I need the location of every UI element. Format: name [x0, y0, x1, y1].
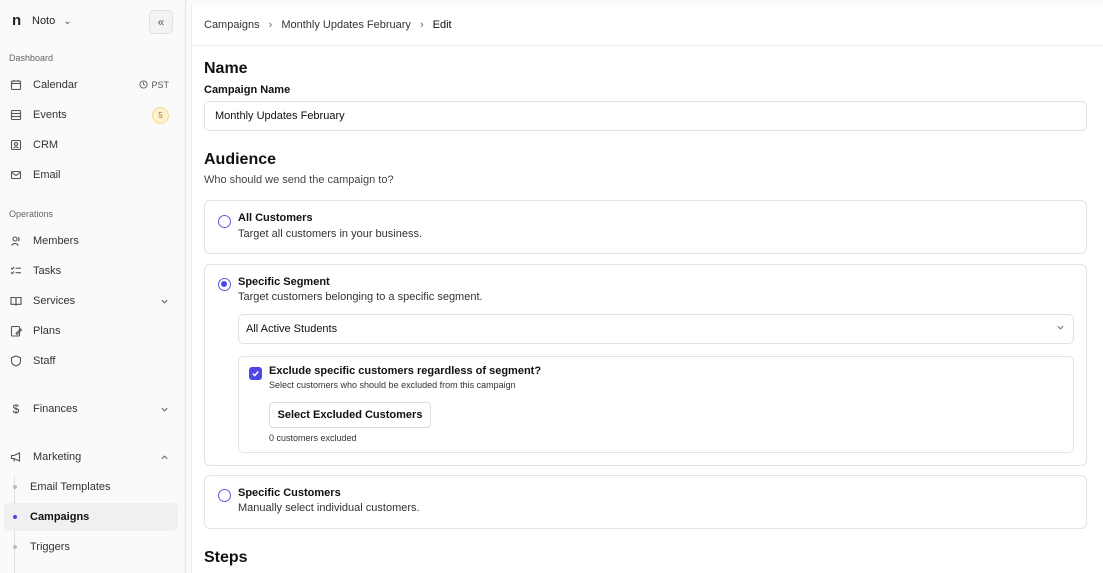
sidebar-subitem-campaigns[interactable]: Campaigns: [4, 503, 178, 531]
sidebar-item-label: Tasks: [33, 265, 62, 277]
option-description: Target all customers in your business.: [238, 228, 423, 240]
sidebar-item-label: Plans: [33, 325, 61, 337]
option-title: Specific Customers: [238, 487, 341, 499]
chevron-down-icon: ⌄: [63, 15, 72, 27]
sidebar-item-label: Marketing: [33, 451, 82, 463]
breadcrumb: Campaigns › Monthly Updates February › E…: [192, 5, 1103, 46]
audience-option-specific[interactable]: Specific Customers Manually select indiv…: [204, 475, 1087, 529]
exclude-description: Select customers who should be excluded …: [269, 380, 516, 390]
campaign-name-label: Campaign Name: [204, 84, 291, 96]
sidebar-item-label: Members: [33, 235, 79, 247]
shield-icon: [9, 354, 23, 368]
megaphone-icon: [9, 450, 23, 464]
sidebar: n Noto ⌄ « Dashboard Calendar PST Events…: [0, 0, 186, 573]
mail-icon: [9, 168, 23, 182]
sidebar-item-members[interactable]: Members: [4, 228, 178, 254]
chevron-right-icon: ›: [419, 19, 424, 31]
check-icon: [252, 371, 259, 377]
list-icon: [9, 108, 23, 122]
timezone-label: PST: [151, 80, 169, 90]
tree-dot-active: [13, 515, 17, 519]
sidebar-item-label: Calendar: [33, 79, 78, 91]
tree-dot: [13, 545, 17, 549]
radio-specific-segment[interactable]: [218, 278, 231, 291]
sidebar-item-label: Finances: [33, 403, 78, 415]
audience-option-all[interactable]: All Customers Target all customers in yo…: [204, 200, 1087, 254]
chevron-down-icon: [160, 297, 169, 306]
clipboard-edit-icon: [9, 324, 23, 338]
calendar-icon: [9, 78, 23, 92]
main-content: Campaigns › Monthly Updates February › E…: [191, 5, 1103, 573]
contacts-icon: [9, 138, 23, 152]
radio-all-customers[interactable]: [218, 215, 231, 228]
section-label-operations: Operations: [9, 209, 54, 219]
breadcrumb-current: Edit: [432, 19, 452, 31]
sidebar-item-tasks[interactable]: Tasks: [4, 258, 178, 284]
timezone-indicator: PST: [139, 79, 169, 91]
chevron-down-icon: [1056, 323, 1065, 335]
segment-select[interactable]: All Active Students: [238, 314, 1074, 344]
sidebar-item-email[interactable]: Email: [4, 162, 178, 188]
segment-select-value: All Active Students: [246, 323, 338, 335]
name-heading: Name: [204, 60, 248, 77]
clock-icon: [139, 79, 149, 91]
chevron-down-icon: [160, 405, 169, 414]
chevron-up-icon: [160, 453, 169, 462]
steps-heading: Steps: [204, 549, 248, 566]
events-badge-wrap: 5: [152, 106, 169, 124]
users-icon: [9, 234, 23, 248]
excluded-count: 0 customers excluded: [269, 433, 357, 443]
book-open-icon: [9, 294, 23, 308]
audience-description: Who should we send the campaign to?: [204, 174, 394, 186]
brand-logo: n: [12, 12, 22, 29]
radio-specific-customers[interactable]: [218, 489, 231, 502]
campaign-name-input[interactable]: [204, 101, 1087, 131]
option-description: Target customers belonging to a specific…: [238, 291, 483, 303]
sidebar-item-marketing[interactable]: Marketing: [4, 444, 178, 470]
section-label-dashboard: Dashboard: [9, 53, 54, 63]
exclude-title: Exclude specific customers regardless of…: [269, 365, 542, 377]
option-title: Specific Segment: [238, 276, 330, 288]
option-description: Manually select individual customers.: [238, 502, 420, 514]
chevron-right-icon: ›: [268, 19, 273, 31]
checklist-icon: [9, 264, 23, 278]
option-title: All Customers: [238, 212, 313, 224]
chevrons-left-icon: «: [157, 15, 165, 29]
sidebar-subitem-label: Email Templates: [30, 481, 111, 493]
breadcrumb-campaigns[interactable]: Campaigns: [204, 19, 260, 31]
sidebar-item-crm[interactable]: CRM: [4, 132, 178, 158]
sidebar-subitem-label: Campaigns: [30, 511, 90, 523]
tree-dot: [13, 485, 17, 489]
exclude-checkbox[interactable]: [249, 367, 262, 380]
events-count-badge: 5: [152, 106, 169, 124]
sidebar-item-label: Email: [33, 169, 61, 181]
workspace-name: Noto: [32, 15, 56, 27]
breadcrumb-campaign[interactable]: Monthly Updates February: [281, 19, 411, 31]
sidebar-item-services[interactable]: Services: [4, 288, 178, 314]
sidebar-item-plans[interactable]: Plans: [4, 318, 178, 344]
dollar-icon: $: [12, 402, 20, 416]
collapse-sidebar-button[interactable]: «: [149, 10, 173, 34]
exclude-customers-panel: Exclude specific customers regardless of…: [238, 356, 1074, 453]
sidebar-item-label: Staff: [33, 355, 56, 367]
sidebar-item-label: Events: [33, 109, 67, 121]
sidebar-item-label: Services: [33, 295, 76, 307]
sidebar-item-finances[interactable]: $ Finances: [4, 396, 178, 422]
audience-heading: Audience: [204, 151, 277, 168]
audience-option-segment[interactable]: Specific Segment Target customers belong…: [204, 264, 1087, 466]
select-excluded-customers-button[interactable]: Select Excluded Customers: [269, 402, 431, 428]
sidebar-subitem-email-templates[interactable]: Email Templates: [4, 473, 178, 501]
sidebar-subitem-triggers[interactable]: Triggers: [4, 533, 178, 561]
sidebar-item-label: CRM: [33, 139, 59, 151]
sidebar-subitem-label: Triggers: [30, 541, 70, 553]
sidebar-item-calendar[interactable]: Calendar PST: [4, 72, 178, 98]
sidebar-item-staff[interactable]: Staff: [4, 348, 178, 374]
workspace-switcher[interactable]: n Noto ⌄: [12, 12, 72, 30]
sidebar-item-events[interactable]: Events 5: [4, 102, 178, 128]
